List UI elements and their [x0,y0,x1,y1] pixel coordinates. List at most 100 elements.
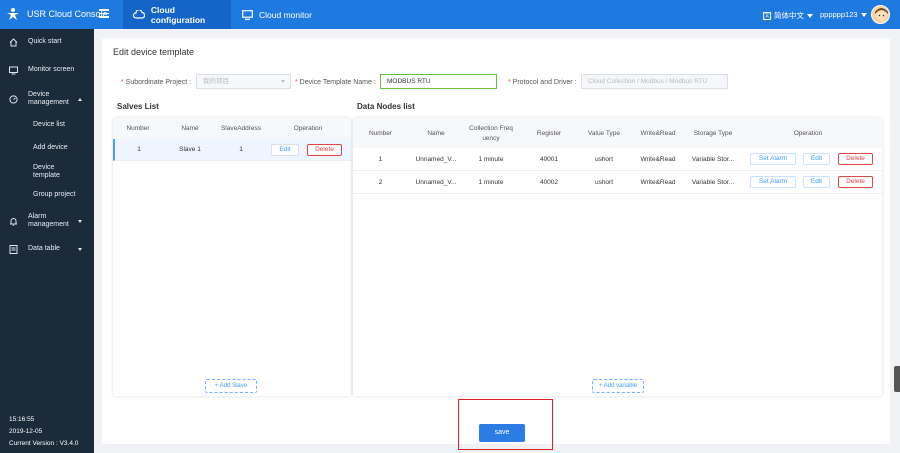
avatar-face-icon [872,6,889,23]
user-menu[interactable]: pppppp123 [820,10,867,19]
language-label: 简体中文 [774,11,804,20]
node-value-type: ushort [594,156,614,163]
avatar[interactable] [871,5,890,24]
sidebar-item-label: Alarm management [28,213,69,228]
node-storage-type: Variable Stor... [691,156,735,163]
add-slave-button[interactable]: + Add Slave [205,379,257,393]
column-header: Value Type [588,130,620,137]
sidebar-item-monitor-screen[interactable]: Monitor screen [0,65,94,77]
slave-number: 1 [137,146,141,153]
edit-slave-button[interactable]: Edit [271,144,299,156]
save-button[interactable]: save [479,424,525,442]
node-read-write: Write&Read [640,179,676,186]
node-name: Unnamed_V... [415,156,457,163]
set-alarm-button[interactable]: Set Alarm [750,153,796,165]
version-label: Current Version : V3.4.0 [9,440,79,447]
chevron-up-icon [78,98,82,101]
column-header: Storage Type [693,130,733,137]
chevron-down-icon [78,248,82,251]
node-storage-type: Variable Stor... [691,179,735,186]
protocol-label: * Protocol and Driver : [508,79,577,86]
node-number: 1 [378,156,383,163]
project-label: * Subordinate Project : [121,79,192,86]
column-header: Number [368,130,393,137]
sidebar-subitem-add-device[interactable]: Add device [33,144,68,151]
clock-date: 2019-12-05 [9,428,43,435]
table-row[interactable]: 2 Unnamed_V... 1 minute 40002 ushort Wri… [353,171,882,194]
column-header: Write&Read [640,130,676,137]
sidebar-item-label: Device management [28,91,69,106]
sidebar-item-label: Monitor screen [28,66,75,73]
page-title: Edit device template [113,47,195,57]
brand-title: USR Cloud Console [27,9,108,19]
data-nodes-card: Number Name Collection Freq uency Regist… [353,118,882,396]
data-nodes-title: Data Nodes list [357,102,415,111]
chevron-down-icon [78,220,82,223]
node-frequency: 1 minute [478,179,504,186]
sidebar: Quick start Monitor screen Device manage… [0,29,94,453]
chevron-down-icon [807,13,813,18]
delete-node-button[interactable]: Delete [838,176,873,188]
monitor-icon [9,66,18,75]
node-name: Unnamed_V... [415,179,457,186]
tab-label: Cloud monitor [259,9,312,20]
sidebar-item-label: Quick start [28,38,62,45]
node-register: 40002 [539,179,559,186]
node-value-type: ushort [594,179,614,186]
column-header: Register [536,130,562,137]
tab-label: Cloud configuration [150,4,206,25]
logo-icon [7,8,19,20]
delete-node-button[interactable]: Delete [838,153,873,165]
username: pppppp123 [820,10,858,19]
monitor-icon [242,9,253,20]
node-register: 40001 [539,156,559,163]
node-number: 2 [378,179,383,186]
node-read-write: Write&Read [640,156,676,163]
sidebar-item-alarm-management[interactable]: Alarm management [0,212,94,232]
edit-node-button[interactable]: Edit [803,176,830,188]
slaves-list-title: Salves List [117,102,159,111]
slaves-table-header: Number Name SlaveAddress Operation [113,118,351,139]
column-header: Name [427,130,445,137]
sidebar-item-label: Data table [28,245,60,252]
slaves-card: Number Name SlaveAddress Operation 1 Sla… [113,118,351,396]
table-row[interactable]: 1 Unnamed_V... 1 minute 40001 ushort Wri… [353,148,882,171]
slave-address: 1 [239,146,243,153]
top-bar: USR Cloud Console Cloud configuration Cl… [0,0,900,29]
nodes-table-header: Number Name Collection Freq uency Regist… [353,118,882,148]
cloud-icon [133,10,145,19]
chevron-down-icon [860,12,867,17]
tab-cloud-configuration[interactable]: Cloud configuration [123,0,231,29]
column-header: Collection Freq uency [469,125,513,142]
sidebar-subitem-group-project[interactable]: Group project [33,191,75,198]
chevron-down-icon [281,80,285,83]
column-header: Name [181,125,199,132]
column-header: Number [126,125,150,132]
tab-cloud-monitor[interactable]: Cloud monitor [231,0,331,29]
bell-icon [10,218,17,226]
template-name-label: * Device Template Name : [295,79,376,86]
add-variable-button[interactable]: + Add variable [592,379,644,393]
slave-name: Slave 1 [179,146,201,153]
sidebar-item-quick-start[interactable]: Quick start [0,37,94,49]
menu-icon[interactable] [99,9,109,18]
table-row[interactable]: 1 Slave 1 1 Edit Delete [113,139,351,161]
home-icon [9,38,18,47]
column-header: SlaveAddress [220,125,262,132]
delete-slave-button[interactable]: Delete [307,144,342,156]
node-frequency: 1 minute [478,156,504,163]
table-icon [9,245,18,254]
edit-node-button[interactable]: Edit [803,153,830,165]
gauge-icon [9,95,18,104]
sidebar-item-data-table[interactable]: Data table [0,244,94,256]
language-selector[interactable]: 文 简体中文 [763,10,813,21]
set-alarm-button[interactable]: Set Alarm [750,176,796,188]
template-name-input[interactable]: MODBUS RTU [380,74,497,89]
sidebar-subitem-device-list[interactable]: Device list [33,121,65,128]
clock-time: 15:16:55 [9,416,35,423]
column-header: Operation [293,125,323,132]
scroll-handle[interactable] [894,366,900,392]
sidebar-item-device-management[interactable]: Device management [0,90,94,110]
sidebar-subitem-device-template[interactable]: Device template [33,164,69,180]
project-select[interactable]: 我的项目 [196,74,291,89]
